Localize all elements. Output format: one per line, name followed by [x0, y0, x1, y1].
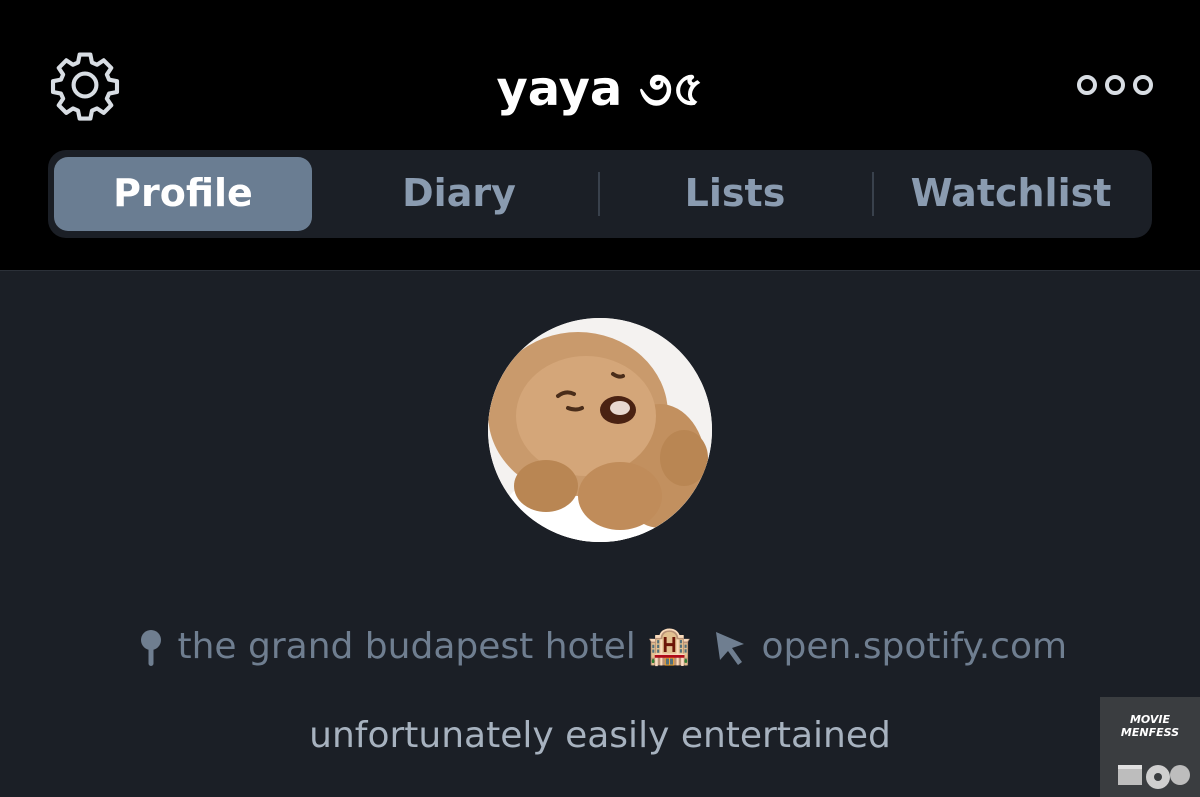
- more-options-icon[interactable]: [1075, 72, 1155, 98]
- tab-diary[interactable]: Diary: [324, 157, 594, 231]
- location: the grand budapest hotel 🏨: [136, 622, 692, 672]
- website-link[interactable]: open.spotify.com: [712, 622, 1067, 672]
- film-reel-icon: [1118, 765, 1190, 789]
- location-text: the grand budapest hotel 🏨: [177, 626, 693, 667]
- top-bar: yaya ૭৫ Profile Diary Lists Watchlist: [0, 0, 1200, 271]
- tab-lists[interactable]: Lists: [602, 157, 868, 231]
- location-pin-icon: [141, 630, 161, 666]
- website-text[interactable]: open.spotify.com: [761, 626, 1067, 667]
- cursor-arrow-icon: [716, 632, 744, 665]
- tab-divider: [872, 172, 874, 216]
- profile-username-title: yaya ૭৫: [496, 61, 704, 117]
- profile-bio: unfortunately easily entertained: [309, 715, 891, 756]
- tab-profile[interactable]: Profile: [54, 157, 312, 231]
- profile-tabs: Profile Diary Lists Watchlist: [48, 150, 1152, 238]
- watermark-logo: MOVIE MENFESS: [1100, 697, 1200, 797]
- plush-toy-avatar: [488, 318, 712, 542]
- tab-divider: [598, 172, 600, 216]
- avatar[interactable]: [488, 318, 712, 542]
- tab-watchlist[interactable]: Watchlist: [876, 157, 1146, 231]
